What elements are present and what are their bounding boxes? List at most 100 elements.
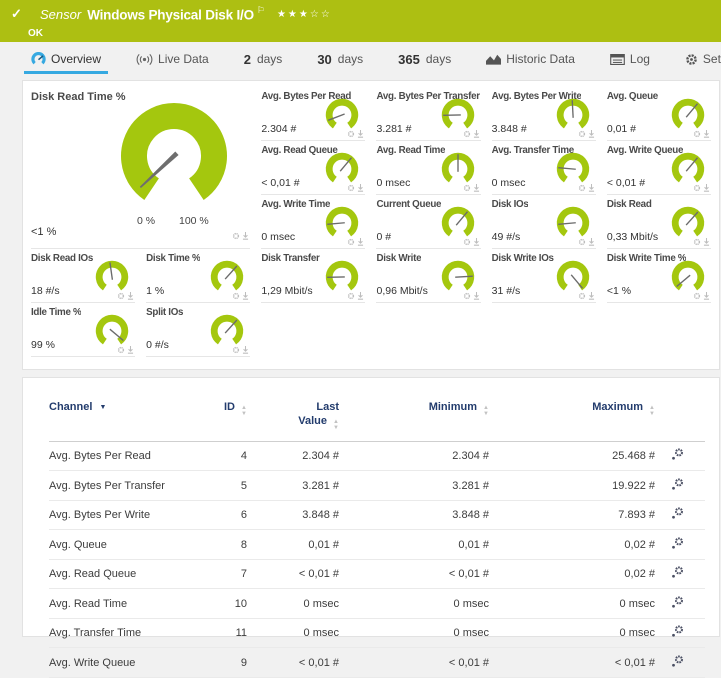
table-row-avg-bytes-per-transfer[interactable]: Avg. Bytes Per Transfer53.281 #3.281 #19… [49,471,705,501]
pin-down-icon[interactable] [357,130,364,138]
table-row-avg-bytes-per-write[interactable]: Avg. Bytes Per Write63.848 #3.848 #7.893… [49,500,705,530]
cell-actions[interactable] [655,618,705,648]
pin-down-icon[interactable] [242,346,249,354]
mini-gear-icon[interactable] [232,292,240,300]
tab-settings[interactable]: Settings [682,42,721,76]
mini-gear-icon[interactable] [347,130,355,138]
table-row-avg-write-queue[interactable]: Avg. Write Queue9< 0,01 #< 0,01 #< 0,01 … [49,648,705,678]
gauge-cell-icons[interactable] [578,238,595,246]
gauge-cell-icons[interactable] [232,346,249,354]
gauge-cell-icons[interactable] [117,346,134,354]
mini-gear-icon[interactable] [463,238,471,246]
gauge-cell-icons[interactable] [347,130,364,138]
gauge-cell-icons[interactable] [693,130,710,138]
cell-actions[interactable] [655,441,705,471]
gauge-cell-icons[interactable] [693,238,710,246]
mini-gear-icon[interactable] [578,184,586,192]
tab-overview[interactable]: Overview [28,42,104,76]
column-header-id[interactable]: ID ▲▼ [199,400,247,441]
gauge-cell-icons[interactable] [347,238,364,246]
pin-down-icon[interactable] [588,292,595,300]
cell-actions[interactable] [655,559,705,589]
mini-gear-icon[interactable] [693,292,701,300]
gauge-cell-icons[interactable] [232,232,249,240]
pin-down-icon[interactable] [127,292,134,300]
pin-down-icon[interactable] [703,292,710,300]
mini-gear-icon[interactable] [578,238,586,246]
pin-down-icon[interactable] [127,346,134,354]
sort-desc-icon[interactable]: ▼ [99,404,106,411]
channel-settings-icon[interactable] [671,448,684,461]
table-row-avg-queue[interactable]: Avg. Queue80,01 #0,01 #0,02 # [49,530,705,560]
pin-down-icon[interactable] [588,184,595,192]
mini-gear-icon[interactable] [578,130,586,138]
table-row-avg-bytes-per-read[interactable]: Avg. Bytes Per Read42.304 #2.304 #25.468… [49,441,705,471]
gauge-cell-icons[interactable] [463,184,480,192]
pin-down-icon[interactable] [357,238,364,246]
tab-365-days[interactable]: 365days [395,42,454,76]
pin-down-icon[interactable] [357,184,364,192]
pin-down-icon[interactable] [242,292,249,300]
pin-down-icon[interactable] [473,238,480,246]
channel-settings-icon[interactable] [671,596,684,609]
column-header-minimum[interactable]: Minimum ▲▼ [339,400,489,441]
gauge-cell-icons[interactable] [578,292,595,300]
pin-down-icon[interactable] [703,238,710,246]
mini-gear-icon[interactable] [117,346,125,354]
channel-settings-icon[interactable] [671,478,684,491]
gauge-cell-icons[interactable] [347,184,364,192]
cell-actions[interactable] [655,530,705,560]
mini-gear-icon[interactable] [693,238,701,246]
table-row-avg-transfer-time[interactable]: Avg. Transfer Time110 msec0 msec0 msec [49,618,705,648]
gauge-cell-icons[interactable] [463,292,480,300]
mini-gear-icon[interactable] [463,184,471,192]
pin-down-icon[interactable] [473,184,480,192]
mini-gear-icon[interactable] [463,292,471,300]
column-header-maximum[interactable]: Maximum ▲▼ [489,400,655,441]
pin-down-icon[interactable] [588,130,595,138]
sort-icon[interactable]: ▲▼ [333,420,339,431]
mini-gear-icon[interactable] [347,292,355,300]
mini-gear-icon[interactable] [578,292,586,300]
gauge-cell-icons[interactable] [347,292,364,300]
sort-icon[interactable]: ▲▼ [649,406,655,417]
gauge-cell-icons[interactable] [232,292,249,300]
tab-log[interactable]: Log [607,42,653,76]
tab-30-days[interactable]: 30days [314,42,366,76]
pin-down-icon[interactable] [473,292,480,300]
gauge-cell-icons[interactable] [463,130,480,138]
sort-icon[interactable]: ▲▼ [483,406,489,417]
mini-gear-icon[interactable] [232,232,240,240]
tab-live-data[interactable]: Live Data [133,42,212,76]
mini-gear-icon[interactable] [347,184,355,192]
mini-gear-icon[interactable] [693,184,701,192]
column-header-last-value[interactable]: LastValue ▲▼ [247,400,339,441]
pin-down-icon[interactable] [588,238,595,246]
column-header-channel[interactable]: Channel ▼ [49,400,199,441]
mini-gear-icon[interactable] [347,238,355,246]
gauge-cell-icons[interactable] [693,184,710,192]
table-row-avg-read-queue[interactable]: Avg. Read Queue7< 0,01 #< 0,01 #0,02 # [49,559,705,589]
channel-settings-icon[interactable] [671,655,684,668]
mini-gear-icon[interactable] [463,130,471,138]
pin-down-icon[interactable] [242,232,249,240]
tab-historic-data[interactable]: Historic Data [483,42,578,76]
channel-settings-icon[interactable] [671,566,684,579]
sort-icon[interactable]: ▲▼ [241,406,247,417]
tab-2-days[interactable]: 2days [241,42,286,76]
pin-down-icon[interactable] [703,130,710,138]
channel-settings-icon[interactable] [671,625,684,638]
pin-down-icon[interactable] [357,292,364,300]
channel-settings-icon[interactable] [671,507,684,520]
mini-gear-icon[interactable] [232,346,240,354]
gauge-cell-icons[interactable] [463,238,480,246]
flag-icon[interactable]: ⚐ [257,5,265,15]
pin-down-icon[interactable] [473,130,480,138]
gauge-cell-icons[interactable] [578,130,595,138]
channel-settings-icon[interactable] [671,537,684,550]
priority-stars[interactable]: ★★★☆☆ [277,9,332,20]
gauge-cell-icons[interactable] [117,292,134,300]
gauge-cell-icons[interactable] [693,292,710,300]
mini-gear-icon[interactable] [117,292,125,300]
cell-actions[interactable] [655,648,705,678]
